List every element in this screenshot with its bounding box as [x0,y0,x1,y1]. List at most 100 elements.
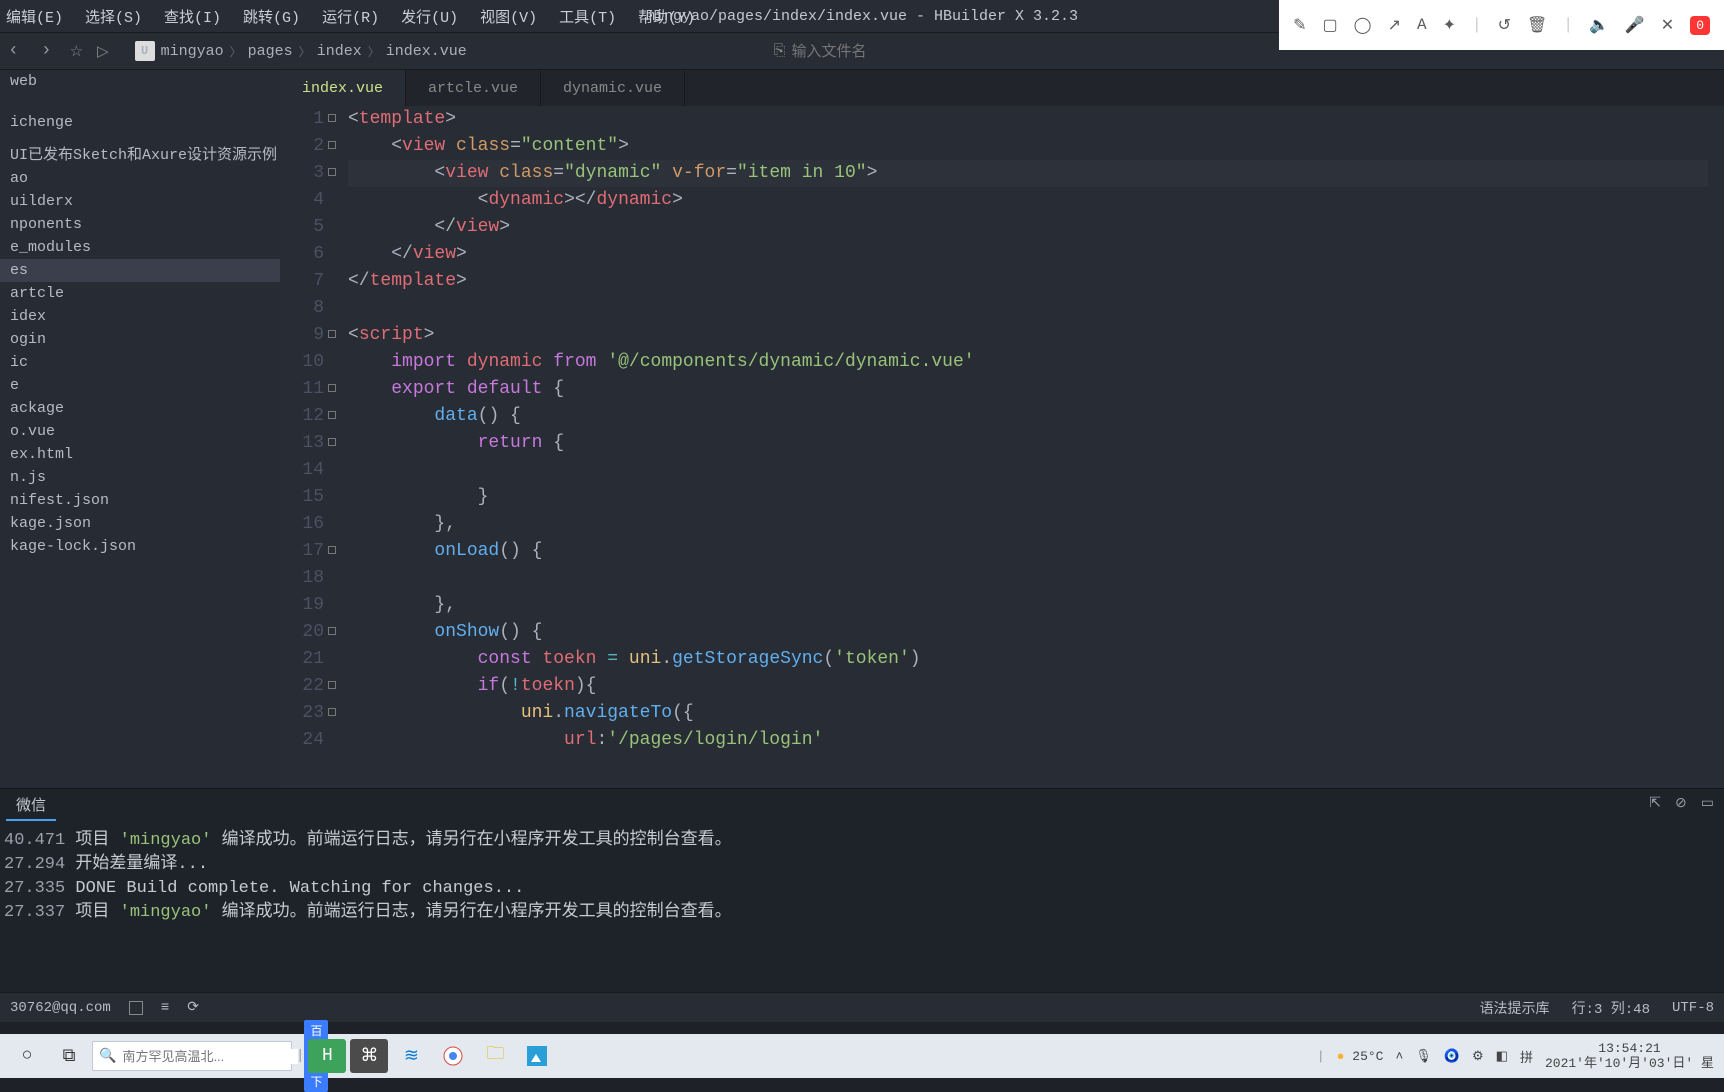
code-line[interactable]: onLoad() { [348,538,1708,565]
menu-item[interactable]: 跳转(G) [243,6,300,27]
speaker-icon[interactable]: 🔈 [1589,15,1609,35]
code-line[interactable]: <template> [348,106,1708,133]
trash-icon[interactable]: 🗑 [1527,15,1547,35]
code-line[interactable] [348,295,1708,322]
breadcrumb-segment[interactable]: index.vue [386,43,467,60]
code-line[interactable]: </template> [348,268,1708,295]
taskbar-search-input[interactable] [122,1049,298,1064]
play-icon[interactable]: ▷ [97,42,109,61]
menu-item[interactable]: 发行(U) [401,6,458,27]
sidebar-item[interactable]: nponents [0,213,280,236]
code-line[interactable]: }, [348,592,1708,619]
square-icon[interactable]: ▢ [1323,15,1338,35]
code-line[interactable] [348,457,1708,484]
code-line[interactable]: url:'/pages/login/login' [348,727,1708,754]
chrome-app-icon[interactable] [434,1039,472,1073]
code-line[interactable]: <script> [348,322,1708,349]
code-line[interactable]: </view> [348,241,1708,268]
code-line[interactable]: } [348,484,1708,511]
vscode-app-icon[interactable]: ≋ [392,1039,430,1073]
file-explorer[interactable]: webichengeUI已发布Sketch和Axure设计资源示例aouilde… [0,70,280,788]
code-line[interactable]: onShow() { [348,619,1708,646]
chevron-up-icon[interactable]: ˄ [1395,1049,1403,1064]
sidebar-item[interactable]: kage.json [0,512,280,535]
sidebar-item[interactable]: ic [0,351,280,374]
code-line[interactable]: <dynamic></dynamic> [348,187,1708,214]
code-line[interactable]: uni.navigateTo({ [348,700,1708,727]
code-line[interactable]: if(!toekn){ [348,673,1708,700]
tray-mic-icon[interactable]: 🎙 [1415,1049,1432,1064]
sidebar-item[interactable]: o.vue [0,420,280,443]
forward-icon[interactable]: › [37,41,56,61]
sidebar-item[interactable]: nifest.json [0,489,280,512]
menu-item[interactable]: 视图(V) [480,6,537,27]
sidebar-item[interactable]: e [0,374,280,397]
arrow-icon[interactable]: ↗ [1388,15,1401,35]
breadcrumb-segment[interactable]: mingyao [161,43,224,60]
tray-ime-icon[interactable]: 拼 [1520,1047,1533,1066]
sidebar-item[interactable]: ex.html [0,443,280,466]
status-icon[interactable] [129,1001,143,1015]
sidebar-item[interactable]: e_modules [0,236,280,259]
file-search-input[interactable] [792,43,932,60]
sidebar-item[interactable]: ackage [0,397,280,420]
tray-app-icon[interactable]: ⚙ [1472,1049,1484,1064]
hbuilder-app-icon[interactable]: H [308,1039,346,1073]
menu-item[interactable]: 查找(I) [164,6,221,27]
menu-item[interactable]: 工具(T) [559,6,616,27]
weather-widget[interactable]: ● 25°C [1337,1049,1384,1064]
sidebar-item[interactable]: es [0,259,280,282]
sidebar-item[interactable]: ichenge [0,111,280,134]
sidebar-item[interactable]: web [0,70,280,93]
breadcrumb-segment[interactable]: pages [248,43,293,60]
editor-tab[interactable]: index.vue [280,70,406,106]
code-line[interactable] [348,565,1708,592]
export-icon[interactable]: ⇱ [1649,795,1661,812]
code-line[interactable]: <view class="content"> [348,133,1708,160]
sidebar-item[interactable]: n.js [0,466,280,489]
status-icon[interactable]: ≡ [161,1000,169,1016]
code-line[interactable]: return { [348,430,1708,457]
taskbar-search[interactable]: 🔍 百度一下 [92,1041,292,1071]
sidebar-item[interactable]: idex [0,305,280,328]
explorer-app-icon[interactable]: 🗀 [476,1039,514,1073]
code-line[interactable]: import dynamic from '@/components/dynami… [348,349,1708,376]
status-syntax[interactable]: 语法提示库 [1480,998,1550,1018]
status-icon[interactable]: ⟳ [187,999,199,1016]
clear-icon[interactable]: ⊘ [1675,795,1687,812]
circle-icon[interactable]: ◯ [1354,15,1372,35]
code-line[interactable]: const toekn = uni.getStorageSync('token'… [348,646,1708,673]
text-icon[interactable]: A [1417,16,1427,34]
sidebar-item[interactable]: artcle [0,282,280,305]
sidebar-item[interactable]: ogin [0,328,280,351]
menu-item[interactable]: 编辑(E) [6,6,63,27]
sidebar-item[interactable]: UI已发布Sketch和Axure设计资源示例 [0,140,280,167]
code-line[interactable]: <view class="dynamic" v-for="item in 10"… [348,160,1708,187]
code-line[interactable]: </view> [348,214,1708,241]
tray-app-icon[interactable]: 🧿 [1444,1049,1460,1064]
taskbar-clock[interactable]: 13:54:21 2021'年'10'月'03'日' 星 [1545,1041,1714,1071]
sidebar-item[interactable]: uilderx [0,190,280,213]
record-badge[interactable]: 0 [1690,16,1710,35]
back-icon[interactable]: ‹ [4,41,23,61]
breadcrumb-segment[interactable]: index [317,43,362,60]
terminal-app-icon[interactable]: ⌘ [350,1039,388,1073]
code-line[interactable]: data() { [348,403,1708,430]
cortana-icon[interactable]: ○ [8,1039,46,1073]
pencil-icon[interactable]: ✎ [1293,15,1306,35]
star-icon[interactable]: ☆ [70,42,83,61]
editor-tab[interactable]: artcle.vue [406,70,541,106]
close-icon[interactable]: ✕ [1661,15,1674,35]
mic-icon[interactable]: 🎤 [1625,15,1645,35]
code-editor[interactable]: 123456789101112131415161718192021222324 … [280,106,1724,788]
sidebar-item[interactable]: kage-lock.json [0,535,280,558]
tray-app-icon[interactable]: ◧ [1496,1049,1508,1064]
menu-item[interactable]: 运行(R) [322,6,379,27]
task-view-icon[interactable]: ⧉ [50,1039,88,1073]
file-search[interactable]: ⎘ [774,42,932,60]
code-line[interactable]: export default { [348,376,1708,403]
collapse-icon[interactable]: ▭ [1701,795,1714,812]
status-encoding[interactable]: UTF-8 [1672,1000,1714,1016]
code-line[interactable]: }, [348,511,1708,538]
photos-app-icon[interactable] [518,1039,556,1073]
